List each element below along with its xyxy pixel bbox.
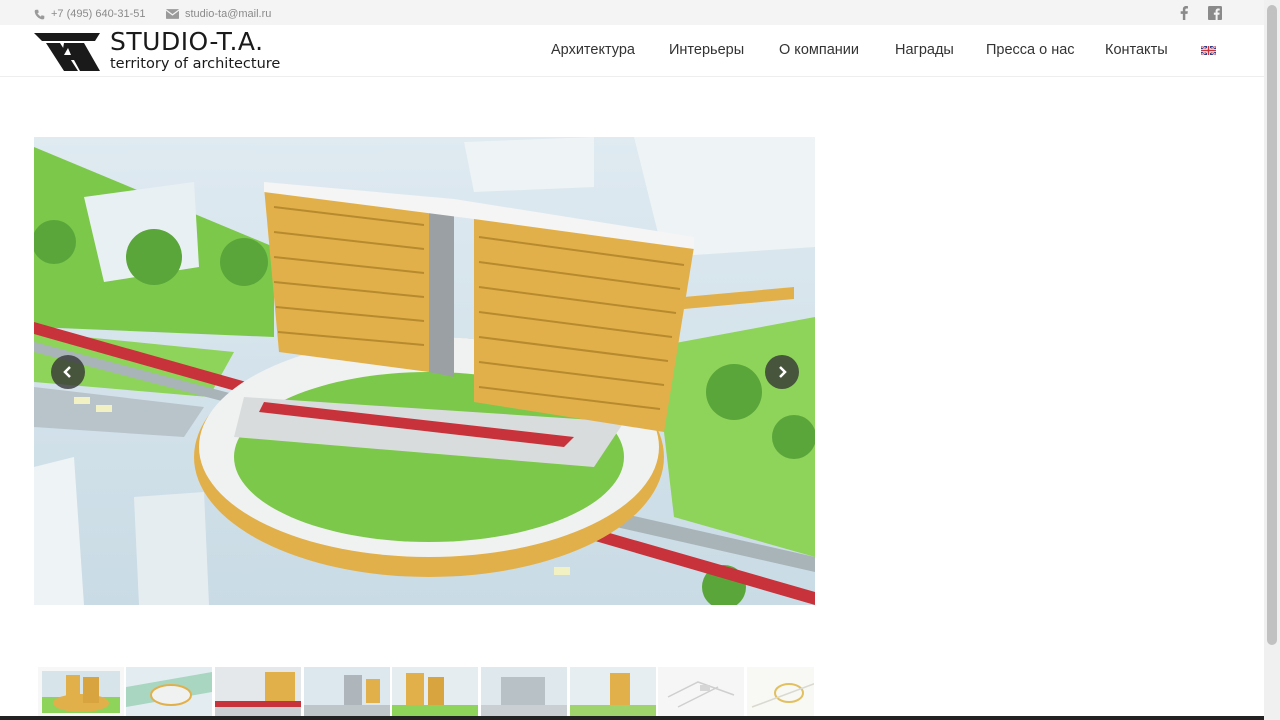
nav-interiors[interactable]: Интерьеры bbox=[669, 42, 744, 58]
email-address[interactable]: studio-ta@mail.ru bbox=[185, 8, 271, 20]
slider-prev-button[interactable] bbox=[51, 355, 85, 389]
uk-flag-icon[interactable] bbox=[1201, 46, 1216, 55]
thumbnail-7[interactable] bbox=[570, 667, 656, 717]
phone-icon bbox=[34, 9, 45, 19]
nav-awards[interactable]: Награды bbox=[895, 42, 954, 58]
bottom-edge bbox=[0, 716, 1264, 720]
nav-about-company[interactable]: О компании bbox=[779, 42, 859, 58]
brand-tagline: territory of architecture bbox=[110, 56, 281, 72]
studio-logo[interactable]: STUDIO-T.A. territory of architecture bbox=[34, 27, 294, 73]
thumbnail-1[interactable] bbox=[38, 667, 124, 717]
top-info-bar: +7 (495) 640-31-51 studio-ta@mail.ru bbox=[0, 0, 1264, 25]
facebook-square-icon[interactable] bbox=[1208, 6, 1222, 20]
architecture-render-image bbox=[34, 137, 815, 605]
logo-mark-icon bbox=[34, 33, 100, 71]
phone-contact[interactable]: +7 (495) 640-31-51 bbox=[34, 8, 145, 20]
site-header: STUDIO-T.A. territory of architecture Ар… bbox=[0, 25, 1264, 77]
chevron-right-icon bbox=[779, 366, 787, 378]
page-scrollbar[interactable] bbox=[1264, 0, 1280, 720]
phone-number[interactable]: +7 (495) 640-31-51 bbox=[51, 8, 145, 20]
slider-next-button[interactable] bbox=[765, 355, 799, 389]
thumbnail-6[interactable] bbox=[481, 667, 567, 717]
thumbnail-2[interactable] bbox=[126, 667, 212, 717]
scrollbar-thumb[interactable] bbox=[1267, 5, 1277, 645]
thumbnail-3[interactable] bbox=[215, 667, 301, 717]
thumbnail-strip bbox=[34, 667, 814, 717]
thumbnail-8[interactable] bbox=[658, 667, 744, 717]
thumbnail-9[interactable] bbox=[747, 667, 814, 717]
nav-contacts[interactable]: Контакты bbox=[1105, 42, 1168, 58]
brand-name: STUDIO-T.A. bbox=[110, 27, 264, 56]
thumbnail-4[interactable] bbox=[304, 667, 390, 717]
nav-architecture[interactable]: Архитектура bbox=[551, 42, 635, 58]
facebook-icon[interactable] bbox=[1179, 6, 1189, 20]
project-image-slider[interactable] bbox=[34, 137, 815, 605]
envelope-icon bbox=[166, 9, 179, 19]
nav-press[interactable]: Пресса о нас bbox=[986, 42, 1075, 58]
email-contact[interactable]: studio-ta@mail.ru bbox=[166, 8, 271, 20]
thumbnail-5[interactable] bbox=[392, 667, 478, 717]
chevron-left-icon bbox=[63, 366, 71, 378]
